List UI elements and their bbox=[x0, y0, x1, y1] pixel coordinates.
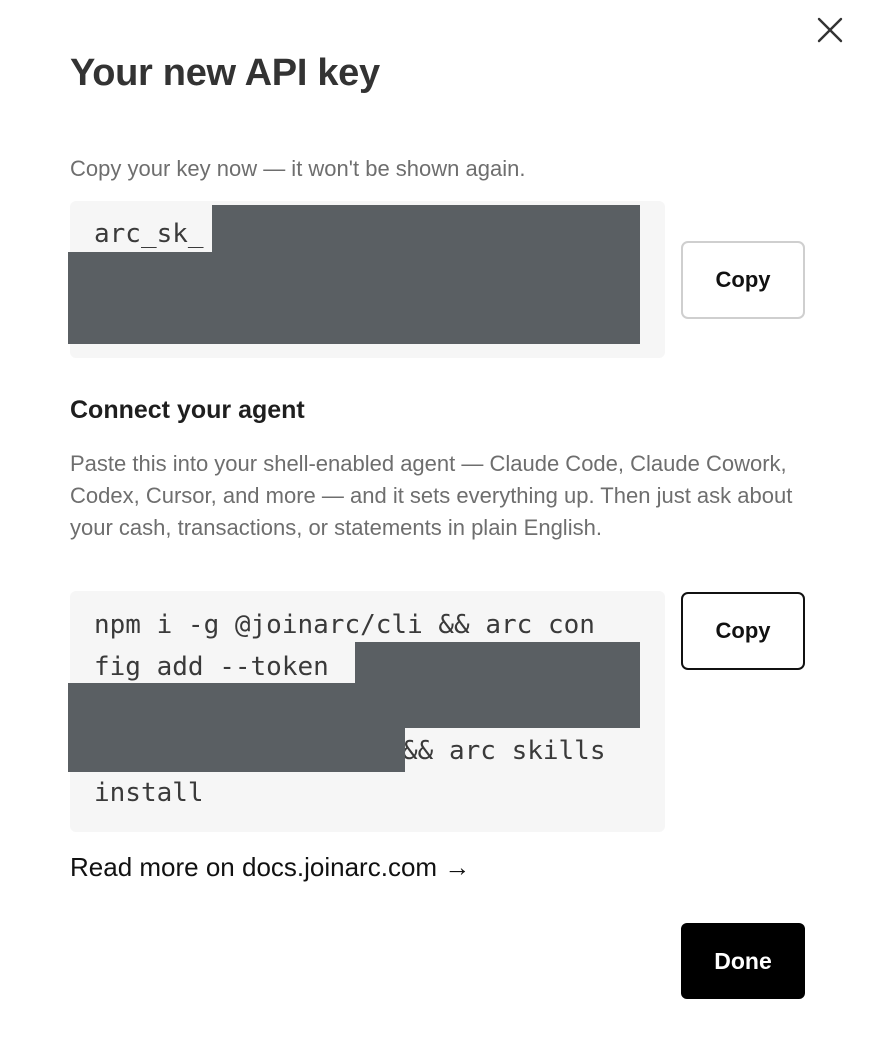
api-key-prefix: arc_sk_ bbox=[94, 219, 204, 249]
done-button[interactable]: Done bbox=[681, 923, 805, 999]
command-line: npm i -g @joinarc/cli && arc con bbox=[94, 610, 595, 640]
connect-heading: Connect your agent bbox=[70, 396, 305, 424]
api-key-redaction bbox=[212, 205, 640, 252]
token-redaction bbox=[68, 683, 405, 772]
copy-command-button[interactable]: Copy bbox=[681, 592, 805, 670]
command-line: fig add --token bbox=[94, 652, 329, 682]
close-icon bbox=[817, 17, 843, 43]
install-command-box[interactable]: npm i -g @joinarc/cli && arc con fig add… bbox=[68, 591, 665, 832]
close-button[interactable] bbox=[810, 10, 850, 50]
connect-description: Paste this into your shell-enabled agent… bbox=[70, 451, 793, 540]
api-key-box[interactable]: arc_sk_ bbox=[68, 201, 665, 358]
command-line: install bbox=[94, 778, 204, 808]
command-line: && arc skills bbox=[402, 736, 606, 766]
dialog-title: Your new API key bbox=[70, 52, 380, 94]
docs-link[interactable]: Read more on docs.joinarc.com → bbox=[70, 852, 470, 883]
api-key-redaction bbox=[68, 252, 640, 344]
api-key-hint: Copy your key now — it won't be shown ag… bbox=[70, 156, 526, 181]
copy-api-key-button[interactable]: Copy bbox=[681, 241, 805, 319]
